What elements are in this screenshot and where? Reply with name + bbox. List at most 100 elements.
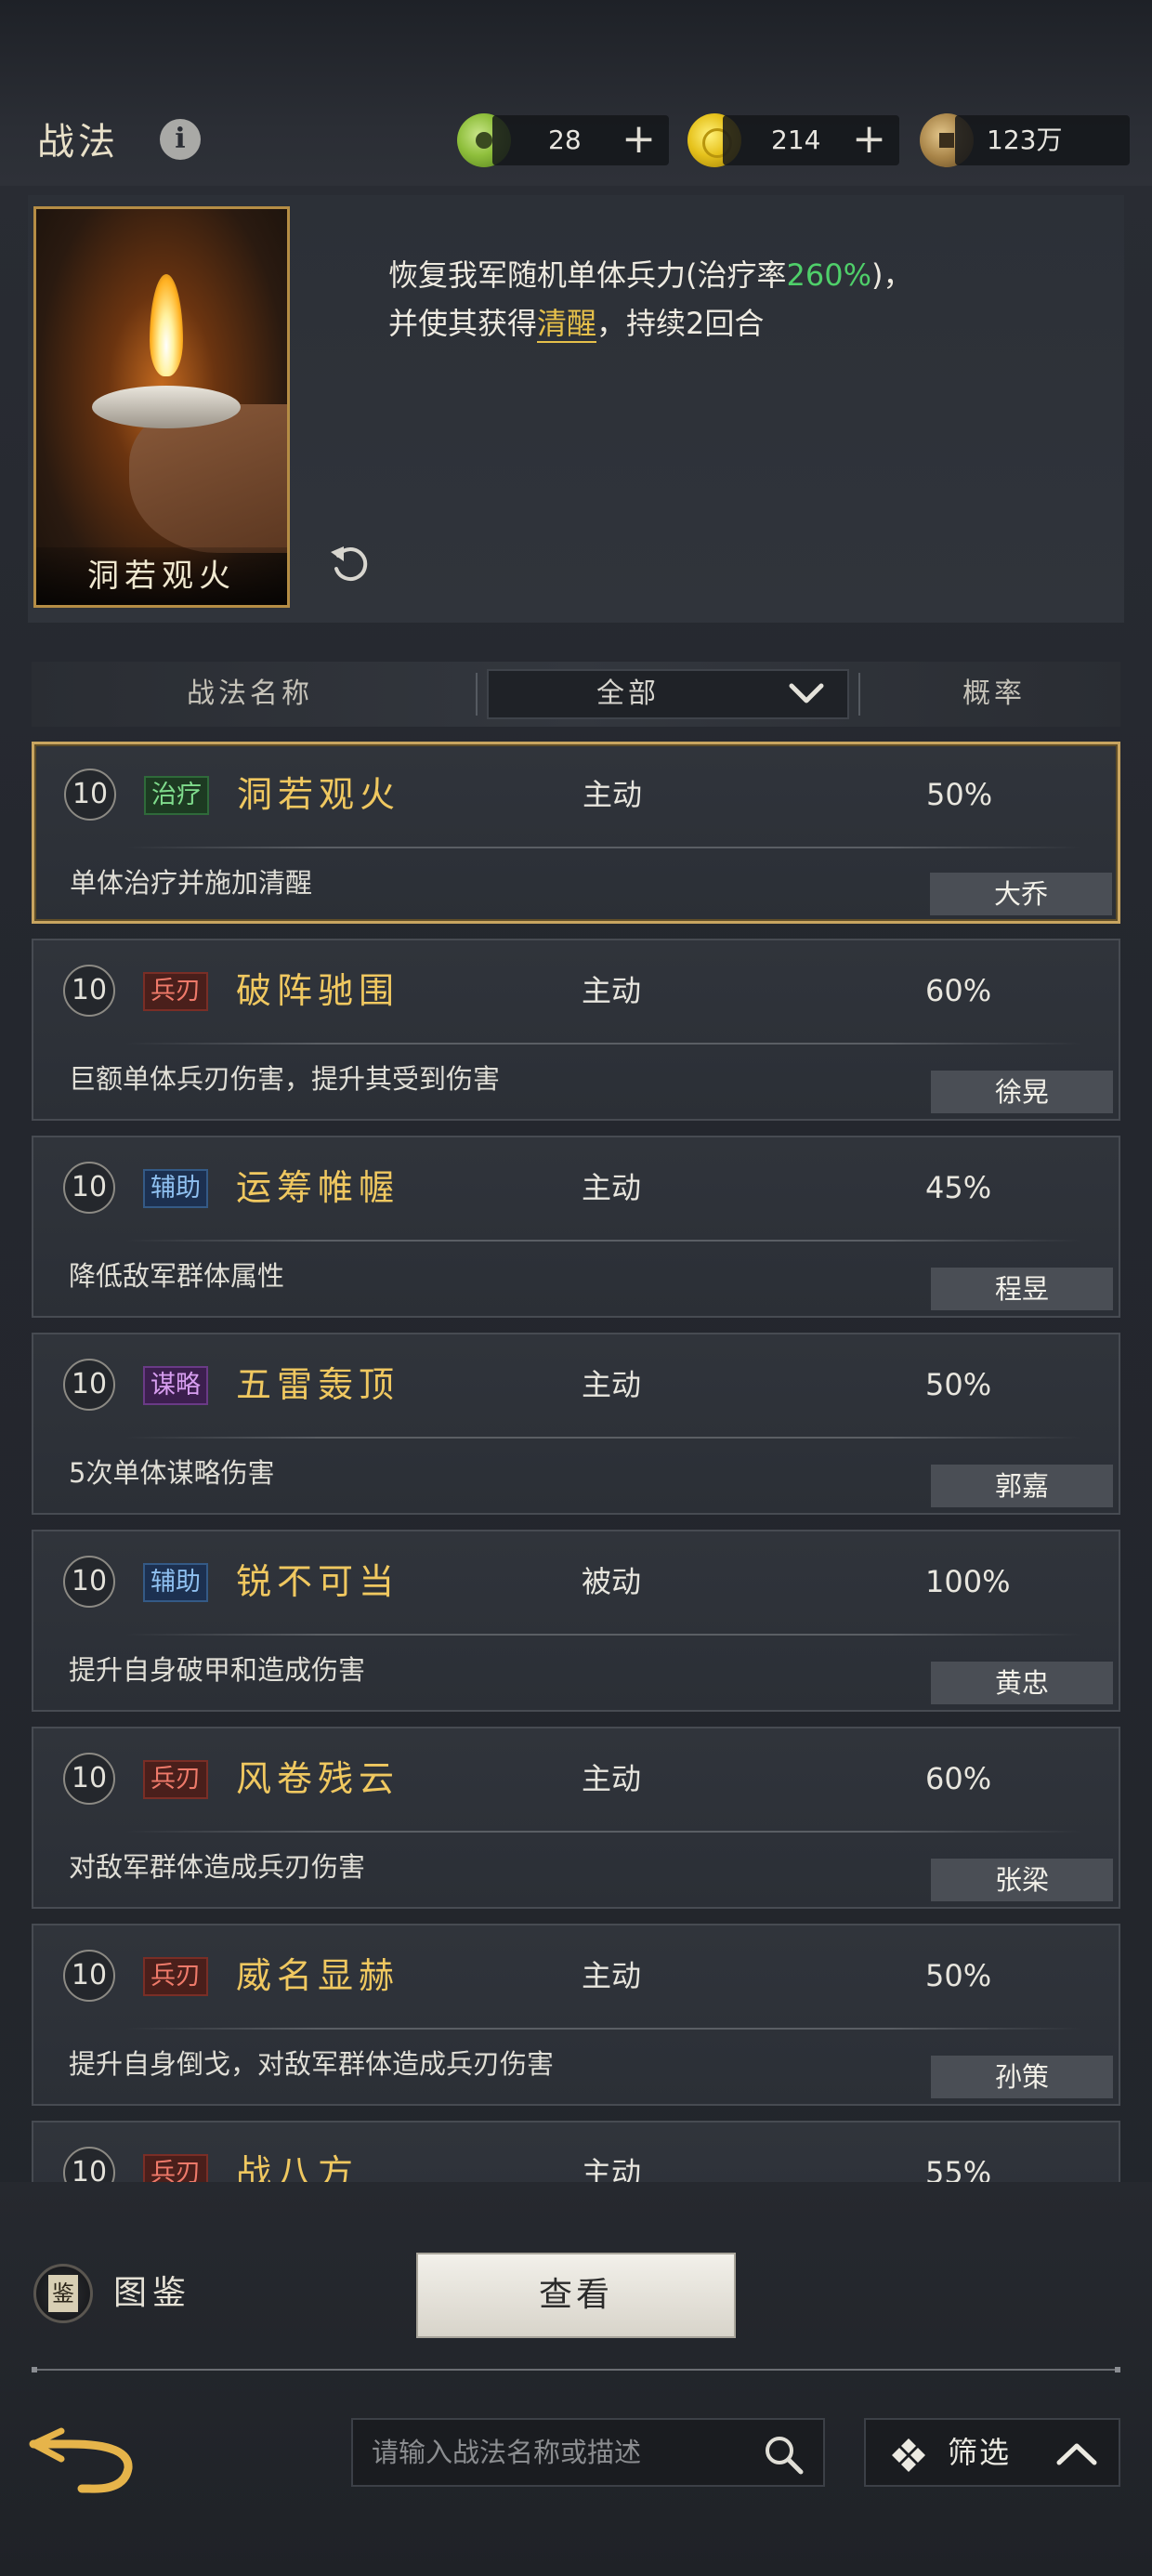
- skill-name: 风卷残云: [236, 1758, 400, 1799]
- skill-row[interactable]: 10 兵刃 威名显赫 主动 50% 提升自身倒戈，对敌军群体造成兵刃伤害 孙策: [32, 1924, 1120, 2106]
- skill-type: 被动: [582, 1564, 642, 1599]
- hero-name-badge: 郭嘉: [931, 1465, 1113, 1507]
- row-divider: [126, 1634, 1081, 1636]
- gold-resource: 214 +: [723, 115, 899, 165]
- row-divider: [126, 1240, 1081, 1242]
- skill-row[interactable]: 10 辅助 运筹帷幄 主动 45% 降低敌军群体属性 程昱: [32, 1136, 1120, 1318]
- skill-name: 破阵驰围: [236, 970, 400, 1011]
- add-gold-button[interactable]: +: [852, 115, 886, 164]
- skill-name: 洞若观火: [237, 774, 401, 815]
- chevron-up-icon: [1056, 2443, 1097, 2465]
- skill-tag: 兵刃: [143, 1957, 208, 1996]
- type-filter-dropdown[interactable]: 全部: [487, 669, 849, 719]
- column-rate: 概率: [962, 677, 1026, 710]
- codex-label[interactable]: 图鉴: [113, 2267, 191, 2320]
- diamond-icon: [892, 2438, 925, 2472]
- filter-label: 筛选: [948, 2435, 1012, 2470]
- column-divider: [858, 673, 860, 716]
- skill-rate: 50%: [926, 777, 993, 812]
- skill-summary: 提升自身倒戈，对敌军群体造成兵刃伤害: [69, 2048, 555, 2080]
- skill-level: 10: [63, 1162, 115, 1214]
- chevron-down-icon: [789, 683, 824, 703]
- filter-button[interactable]: 筛选: [864, 2418, 1120, 2487]
- row-divider: [127, 847, 1080, 848]
- hero-name-badge: 大乔: [930, 873, 1112, 915]
- skill-name: 五雷轰顶: [236, 1364, 400, 1405]
- search-box[interactable]: [351, 2418, 825, 2487]
- skill-level: 10: [63, 1950, 115, 2002]
- skill-card: 洞若观火: [33, 206, 290, 608]
- skill-type: 主动: [583, 777, 643, 812]
- jade-resource: 28 +: [492, 115, 669, 165]
- status-keyword-link[interactable]: 清醒: [537, 306, 597, 343]
- skill-row[interactable]: 10 谋略 五雷轰顶 主动 50% 5次单体谋略伤害 郭嘉: [32, 1333, 1120, 1515]
- refresh-icon[interactable]: [325, 539, 373, 587]
- hero-name-badge: 徐晃: [931, 1071, 1113, 1113]
- skill-row[interactable]: 10 兵刃 破阵驰围 主动 60% 巨额单体兵刃伤害，提升其受到伤害 徐晃: [32, 939, 1120, 1121]
- type-filter-value: 全部: [596, 677, 660, 710]
- skill-level: 10: [63, 965, 115, 1017]
- skill-row[interactable]: 10 辅助 锐不可当 被动 100% 提升自身破甲和造成伤害 黄忠: [32, 1530, 1120, 1712]
- skill-summary: 巨额单体兵刃伤害，提升其受到伤害: [69, 1063, 501, 1095]
- skill-row[interactable]: 10 治疗 洞若观火 主动 50% 单体治疗并施加清醒 大乔: [32, 742, 1120, 924]
- info-icon[interactable]: i: [160, 119, 201, 160]
- skill-type: 主动: [582, 2155, 642, 2182]
- skill-type: 主动: [582, 1958, 642, 1993]
- row-divider: [126, 1437, 1081, 1439]
- skill-name: 威名显赫: [236, 1955, 400, 1996]
- skill-tag: 辅助: [143, 1169, 208, 1208]
- skill-level: 10: [64, 769, 116, 821]
- skill-summary: 提升自身破甲和造成伤害: [69, 1654, 366, 1686]
- skill-row[interactable]: 10 兵刃 风卷残云 主动 60% 对敌军群体造成兵刃伤害 张梁: [32, 1727, 1120, 1909]
- heal-rate-value: 260%: [786, 257, 871, 293]
- row-divider: [126, 1043, 1081, 1045]
- column-skill-name: 战法名称: [187, 677, 313, 710]
- hero-name-badge: 张梁: [931, 1859, 1113, 1901]
- ornamental-divider: [32, 2367, 1120, 2372]
- search-icon[interactable]: [762, 2433, 805, 2476]
- skill-rate: 60%: [925, 973, 992, 1008]
- list-column-header: 战法名称 全部 概率: [32, 662, 1120, 727]
- skill-level: 10: [63, 1359, 115, 1411]
- skill-rate: 100%: [925, 1564, 1011, 1599]
- skill-tag: 兵刃: [143, 1760, 208, 1799]
- skill-level: 10: [63, 1753, 115, 1805]
- back-arrow-icon[interactable]: [28, 2424, 139, 2498]
- skill-name: 锐不可当: [236, 1561, 400, 1602]
- skill-rate: 60%: [925, 1761, 992, 1796]
- flame-illustration: [150, 274, 183, 376]
- add-jade-button[interactable]: +: [622, 115, 656, 164]
- skill-row[interactable]: 10 兵刃 战八方 主动 55%: [32, 2121, 1120, 2182]
- view-button[interactable]: 查看: [416, 2253, 736, 2338]
- skill-type: 主动: [582, 1367, 642, 1402]
- skill-summary: 单体治疗并施加清醒: [70, 867, 313, 899]
- skill-name: 战八方: [236, 2152, 360, 2182]
- column-divider: [476, 673, 478, 716]
- skill-rate: 50%: [925, 1958, 992, 1993]
- jade-amount: 28: [548, 125, 582, 155]
- skill-tag: 兵刃: [143, 2154, 208, 2182]
- search-input[interactable]: [372, 2420, 743, 2485]
- skill-tag: 谋略: [143, 1366, 208, 1405]
- row-divider: [126, 1831, 1081, 1833]
- skill-level: 10: [63, 1556, 115, 1608]
- bottom-bar: [0, 2182, 1152, 2576]
- hero-name-badge: 黄忠: [931, 1662, 1113, 1704]
- skill-tag: 兵刃: [143, 972, 208, 1011]
- skill-summary: 降低敌军群体属性: [69, 1260, 285, 1292]
- skill-type: 主动: [582, 1170, 642, 1205]
- skill-type: 主动: [582, 973, 642, 1008]
- skill-card-name: 洞若观火: [36, 547, 287, 605]
- codex-icon[interactable]: [33, 2264, 93, 2323]
- row-divider: [126, 2028, 1081, 2030]
- skill-list[interactable]: 10 治疗 洞若观火 主动 50% 单体治疗并施加清醒 大乔 10 兵刃 破阵驰…: [32, 742, 1120, 2182]
- hero-name-badge: 程昱: [931, 1268, 1113, 1310]
- skill-rate: 50%: [925, 1367, 992, 1402]
- hero-name-badge: 孙策: [931, 2056, 1113, 2098]
- skill-rate: 45%: [925, 1170, 992, 1205]
- skill-name: 运筹帷幄: [236, 1167, 400, 1208]
- skill-tag: 治疗: [144, 776, 209, 815]
- copper-resource: 123万: [955, 115, 1130, 165]
- skill-summary: 对敌军群体造成兵刃伤害: [69, 1851, 366, 1883]
- skill-rate: 55%: [925, 2155, 992, 2182]
